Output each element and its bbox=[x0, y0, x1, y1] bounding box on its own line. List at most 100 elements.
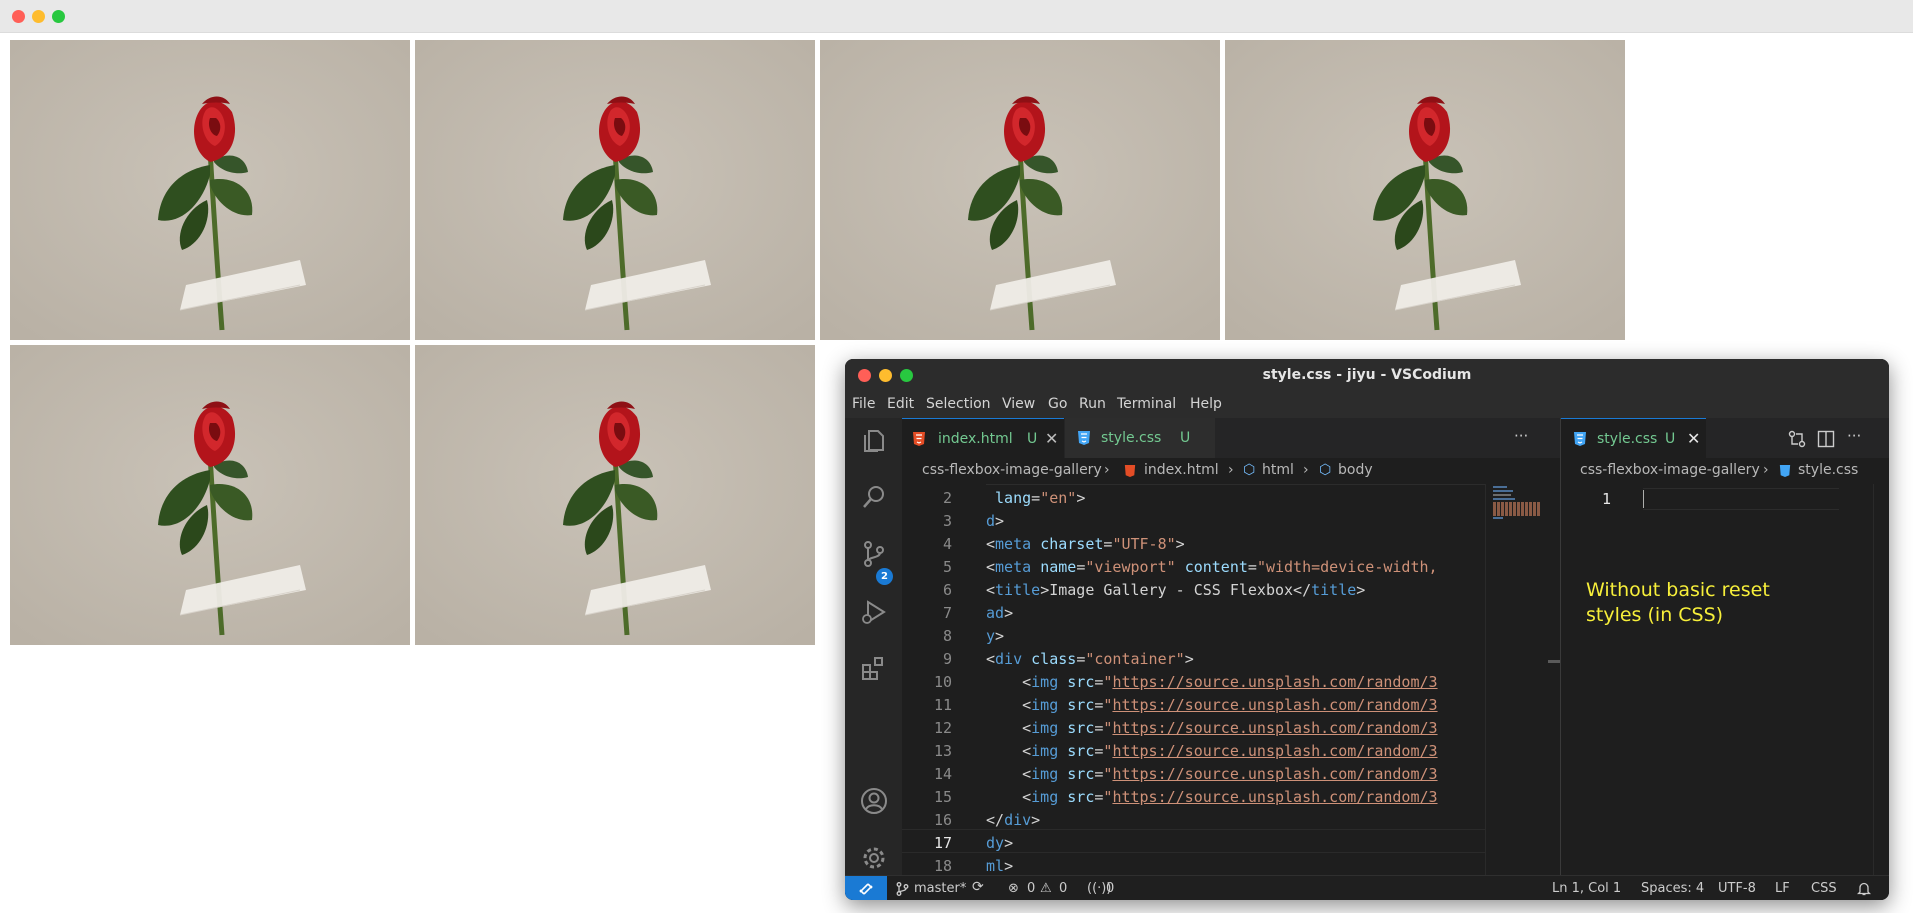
code-editor[interactable]: 2 lang="en"> 3 d> 4 <meta charset="UTF-8… bbox=[902, 484, 1485, 875]
code-line: lang="en"> bbox=[986, 489, 1086, 507]
tab-style-css[interactable]: style.css U ✕ bbox=[1561, 418, 1706, 459]
code-line: <img src="https://source.unsplash.com/ra… bbox=[986, 696, 1438, 714]
extensions-icon[interactable] bbox=[860, 654, 888, 682]
line-number: 15 bbox=[933, 788, 952, 806]
menu-go[interactable]: Go bbox=[1048, 396, 1067, 412]
html5-icon bbox=[913, 432, 925, 446]
minimize-window-button[interactable] bbox=[32, 10, 45, 23]
chevron-right-icon: › bbox=[1303, 462, 1309, 478]
source-control-icon[interactable] bbox=[860, 540, 888, 568]
line-number: 11 bbox=[933, 696, 952, 714]
maximize-window-button[interactable] bbox=[52, 10, 65, 23]
line-number: 17 bbox=[933, 834, 952, 852]
window-title: style.css - jiyu - VSCodium bbox=[1262, 367, 1472, 383]
line-number: 1 bbox=[1601, 490, 1611, 508]
sync-icon[interactable]: ⟳ bbox=[972, 879, 984, 895]
line-number: 16 bbox=[933, 811, 952, 829]
settings-gear-icon[interactable] bbox=[860, 844, 888, 872]
editor-group-right: style.css U ✕ ··· css-flexbox-image-gall… bbox=[1561, 418, 1889, 875]
close-tab-icon[interactable]: ✕ bbox=[1687, 419, 1700, 459]
css3-icon bbox=[1078, 431, 1090, 445]
more-actions-button[interactable]: ··· bbox=[1847, 427, 1861, 445]
line-number: 12 bbox=[933, 719, 952, 737]
run-debug-icon[interactable] bbox=[860, 598, 888, 626]
code-line: <img src="https://source.unsplash.com/ra… bbox=[986, 765, 1438, 783]
search-icon[interactable] bbox=[860, 483, 888, 511]
symbol-icon: ⬡ bbox=[1243, 462, 1256, 478]
breadcrumb-folder[interactable]: css-flexbox-image-gallery bbox=[1580, 462, 1760, 478]
breadcrumb-folder[interactable]: css-flexbox-image-gallery bbox=[922, 462, 1102, 478]
menu-run[interactable]: Run bbox=[1079, 396, 1106, 412]
menu-selection[interactable]: Selection bbox=[926, 396, 991, 412]
split-editor-icon[interactable] bbox=[1817, 430, 1835, 448]
close-window-button[interactable] bbox=[858, 369, 871, 382]
line-number: 4 bbox=[942, 535, 952, 553]
editor-group-left: index.html U ✕ style.css U ··· css-flexb… bbox=[902, 418, 1561, 875]
tab-style-css[interactable]: style.css U bbox=[1065, 418, 1215, 458]
language-mode[interactable]: CSS bbox=[1811, 881, 1837, 896]
code-line: <meta charset="UTF-8"> bbox=[986, 535, 1185, 553]
code-editor[interactable]: 1 bbox=[1561, 484, 1889, 875]
code-line: <meta name="viewport" content="width=dev… bbox=[986, 558, 1438, 576]
line-number: 14 bbox=[933, 765, 952, 783]
remote-icon bbox=[859, 883, 873, 895]
explorer-icon[interactable] bbox=[860, 427, 888, 455]
indentation[interactable]: Spaces: 4 bbox=[1641, 881, 1704, 896]
line-number: 10 bbox=[933, 673, 952, 691]
chevron-right-icon: › bbox=[1104, 462, 1110, 478]
minimap[interactable] bbox=[1485, 484, 1561, 875]
code-line: <div class="container"> bbox=[986, 650, 1194, 668]
account-icon[interactable] bbox=[860, 787, 888, 815]
vscodium-window: style.css - jiyu - VSCodium File Edit Se… bbox=[845, 359, 1889, 900]
line-number: 7 bbox=[942, 604, 952, 622]
gallery-image bbox=[10, 345, 410, 645]
code-line: ad> bbox=[986, 604, 1014, 622]
code-line: ml> bbox=[986, 857, 1014, 875]
menu-view[interactable]: View bbox=[1002, 396, 1035, 412]
more-actions-button[interactable]: ··· bbox=[1514, 427, 1528, 445]
code-line: dy> bbox=[986, 834, 1014, 852]
warning-count[interactable]: 0 bbox=[1059, 881, 1067, 896]
close-tab-icon[interactable]: ✕ bbox=[1045, 419, 1058, 459]
line-number: 5 bbox=[942, 558, 952, 576]
menu-file[interactable]: File bbox=[852, 396, 875, 412]
bell-icon[interactable] bbox=[1857, 881, 1871, 896]
minimize-window-button[interactable] bbox=[879, 369, 892, 382]
window-titlebar: style.css - jiyu - VSCodium bbox=[845, 359, 1889, 392]
tab-bar: style.css U ✕ ··· bbox=[1561, 418, 1889, 459]
gallery-image bbox=[10, 40, 410, 340]
close-window-button[interactable] bbox=[12, 10, 25, 23]
menu-terminal[interactable]: Terminal bbox=[1117, 396, 1176, 412]
line-number: 2 bbox=[942, 489, 952, 507]
breadcrumb-file[interactable]: style.css bbox=[1798, 462, 1858, 478]
line-number: 3 bbox=[942, 512, 952, 530]
line-number: 8 bbox=[942, 627, 952, 645]
maximize-window-button[interactable] bbox=[900, 369, 913, 382]
gallery-image bbox=[415, 40, 815, 340]
cursor-position[interactable]: Ln 1, Col 1 bbox=[1552, 881, 1621, 896]
breadcrumb-symbol-body[interactable]: body bbox=[1338, 462, 1373, 478]
untracked-status: U bbox=[1027, 431, 1038, 447]
tab-index-html[interactable]: index.html U ✕ bbox=[902, 418, 1064, 459]
breadcrumb: css-flexbox-image-gallery › style.css bbox=[1561, 458, 1889, 484]
remote-indicator[interactable] bbox=[845, 876, 887, 900]
breadcrumb-file[interactable]: index.html bbox=[1144, 462, 1219, 478]
tab-label: style.css bbox=[1597, 431, 1658, 447]
code-line: <img src="https://source.unsplash.com/ra… bbox=[986, 742, 1438, 760]
git-branch[interactable]: master* bbox=[914, 881, 966, 896]
encoding[interactable]: UTF-8 bbox=[1718, 881, 1756, 896]
code-line: <title>Image Gallery - CSS Flexbox</titl… bbox=[986, 581, 1366, 599]
line-number: 6 bbox=[942, 581, 952, 599]
menu-help[interactable]: Help bbox=[1190, 396, 1222, 412]
code-line: <img src="https://source.unsplash.com/ra… bbox=[986, 719, 1438, 737]
error-count[interactable]: 0 bbox=[1027, 881, 1035, 896]
ports-count[interactable]: 0 bbox=[1106, 881, 1114, 896]
css3-icon bbox=[1779, 465, 1791, 477]
untracked-status: U bbox=[1665, 431, 1676, 447]
line-number: 9 bbox=[942, 650, 952, 668]
open-changes-icon[interactable] bbox=[1788, 430, 1806, 448]
vertical-scrollbar[interactable] bbox=[1873, 484, 1889, 875]
end-of-line[interactable]: LF bbox=[1775, 881, 1790, 896]
menu-edit[interactable]: Edit bbox=[887, 396, 914, 412]
breadcrumb-symbol-html[interactable]: html bbox=[1262, 462, 1294, 478]
